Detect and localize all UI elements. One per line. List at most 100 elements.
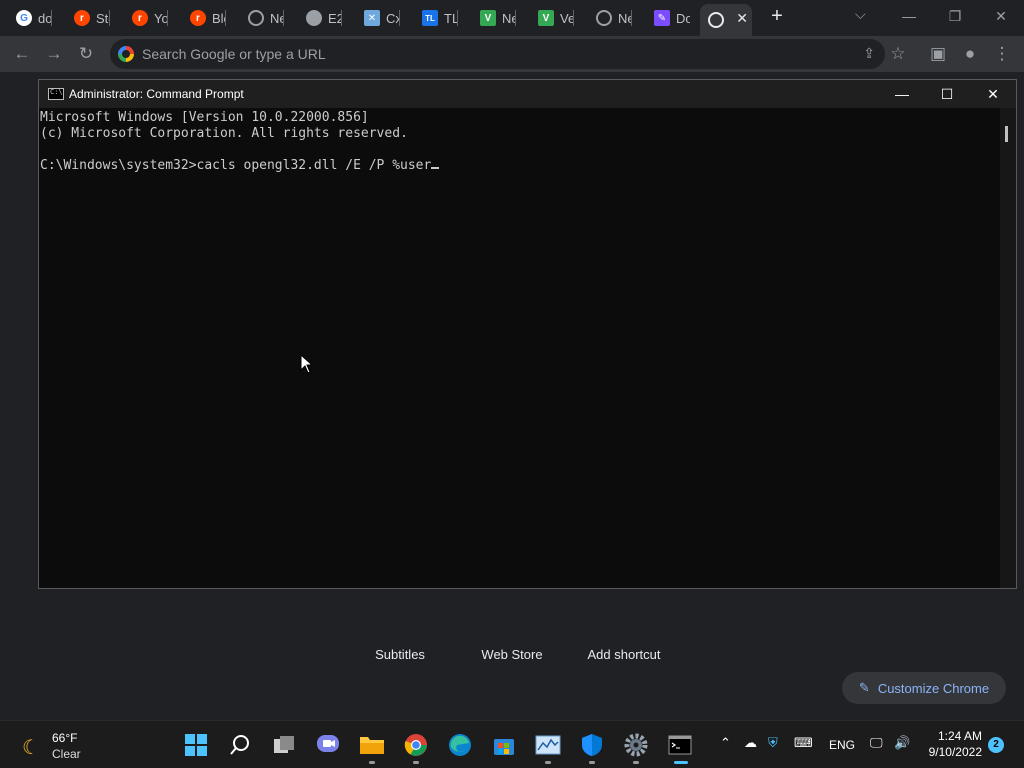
photos-button[interactable] bbox=[532, 729, 564, 764]
clock-time[interactable]: 1:24 AM bbox=[936, 729, 982, 743]
tab-separator bbox=[341, 10, 342, 26]
store-button[interactable] bbox=[488, 729, 520, 761]
network-icon[interactable]: 🖵 bbox=[870, 735, 883, 751]
chevron-up-icon[interactable]: ⌃ bbox=[720, 735, 731, 751]
tab-separator bbox=[167, 10, 168, 26]
running-indicator bbox=[545, 761, 551, 764]
chat-button[interactable] bbox=[312, 729, 344, 761]
side-panel-icon[interactable]: ▣ bbox=[926, 42, 950, 66]
shortcut-label: Subtitles bbox=[375, 647, 425, 662]
task-view-icon bbox=[274, 736, 294, 753]
tab-title: Ne bbox=[618, 10, 632, 26]
tab-title: Do bbox=[676, 10, 690, 26]
running-indicator bbox=[369, 761, 375, 764]
gear-icon bbox=[624, 733, 648, 757]
security-icon[interactable]: ⛨ bbox=[768, 735, 778, 751]
browser-tab[interactable]: r Blo bbox=[182, 4, 226, 32]
google-icon bbox=[118, 46, 134, 62]
scrollbar-thumb[interactable] bbox=[1005, 126, 1008, 142]
browser-tab[interactable]: r Sto bbox=[66, 4, 110, 32]
browser-tab[interactable]: V Ne bbox=[472, 4, 516, 32]
menu-icon[interactable]: ⋮ bbox=[990, 42, 1014, 66]
customize-chrome-button[interactable]: ✎ Customize Chrome bbox=[842, 672, 1006, 704]
new-tab-button[interactable]: + bbox=[766, 6, 788, 28]
tab-title: Vec bbox=[560, 10, 574, 26]
chevron-down-icon[interactable]: ⌵ bbox=[855, 6, 866, 23]
active-indicator bbox=[674, 761, 688, 764]
defender-button[interactable] bbox=[576, 729, 608, 764]
shortcut-subtitles[interactable]: Subtitles bbox=[345, 627, 455, 662]
tab-title: You bbox=[154, 10, 168, 26]
address-bar[interactable]: Search Google or type a URL ⇪ bbox=[110, 39, 885, 69]
reddit-icon: r bbox=[190, 10, 206, 26]
tab-title: TLa bbox=[444, 10, 458, 26]
window-title-bar[interactable]: Administrator: Command Prompt — ☐ ✕ bbox=[39, 80, 1016, 108]
chrome-page-icon bbox=[248, 10, 264, 26]
browser-tab[interactable]: r You bbox=[124, 4, 168, 32]
browser-tab[interactable]: ✕ Cx bbox=[356, 4, 400, 32]
browser-tab[interactable]: Ne bbox=[240, 4, 284, 32]
tab-separator bbox=[515, 10, 516, 26]
shortcut-add[interactable]: Add shortcut bbox=[569, 627, 679, 662]
store-icon bbox=[494, 739, 514, 755]
onedrive-offline-icon[interactable]: ☁ bbox=[744, 735, 757, 751]
minimize-button[interactable]: — bbox=[879, 80, 925, 108]
search-button[interactable] bbox=[224, 729, 256, 761]
browser-tab[interactable]: Ne bbox=[588, 4, 632, 32]
vertical-scrollbar[interactable] bbox=[1000, 108, 1016, 588]
weather-condition: Clear bbox=[52, 747, 81, 761]
start-button[interactable] bbox=[180, 729, 212, 761]
keyboard-icon[interactable]: ⌨ bbox=[794, 735, 813, 751]
chrome-page-icon bbox=[708, 12, 724, 28]
browser-tab[interactable]: G dov bbox=[8, 4, 52, 32]
minimize-button[interactable]: — bbox=[886, 0, 932, 32]
browser-tab-active[interactable]: ✕ bbox=[700, 4, 752, 36]
console-line: Microsoft Windows [Version 10.0.22000.85… bbox=[40, 110, 369, 125]
command-prompt-window[interactable]: Administrator: Command Prompt — ☐ ✕ Micr… bbox=[38, 79, 1017, 589]
chrome-button[interactable] bbox=[400, 729, 432, 764]
close-button[interactable]: ✕ bbox=[970, 80, 1016, 108]
reload-button[interactable]: ↻ bbox=[74, 42, 98, 66]
tab-title: E2C bbox=[328, 10, 342, 26]
console-output[interactable]: Microsoft Windows [Version 10.0.22000.85… bbox=[39, 108, 1001, 588]
language-indicator[interactable]: ENG bbox=[829, 738, 855, 752]
task-view-button[interactable] bbox=[268, 729, 300, 761]
bookmark-star-icon[interactable]: ☆ bbox=[886, 42, 910, 66]
shortcut-tile bbox=[600, 627, 648, 643]
running-indicator bbox=[413, 761, 419, 764]
profile-icon[interactable]: ● bbox=[958, 42, 982, 66]
shortcut-label: Add shortcut bbox=[587, 647, 661, 662]
terminal-button[interactable] bbox=[664, 729, 696, 764]
tab-separator bbox=[399, 10, 400, 26]
notification-badge[interactable]: 2 bbox=[988, 737, 1004, 753]
file-explorer-button[interactable] bbox=[356, 729, 388, 764]
browser-tab[interactable]: ✎ Do bbox=[646, 4, 690, 32]
browser-tab-strip: G dov r Sto r You r Blo Ne E2C ✕ Cx TL T… bbox=[0, 0, 1024, 36]
settings-button[interactable] bbox=[620, 729, 652, 764]
volume-icon[interactable]: 🔊 bbox=[894, 735, 910, 751]
browser-tab[interactable]: E2C bbox=[298, 4, 342, 32]
maximize-button[interactable]: ☐ bbox=[924, 80, 970, 108]
forward-button[interactable]: → bbox=[42, 42, 66, 66]
address-bar-placeholder: Search Google or type a URL bbox=[142, 46, 326, 62]
shortcut-web-store[interactable]: Web Store bbox=[457, 627, 567, 662]
weather-widget[interactable]: ☾ 66°F Clear bbox=[20, 729, 120, 761]
running-indicator bbox=[589, 761, 595, 764]
shortcut-label: Web Store bbox=[481, 647, 543, 662]
back-button[interactable]: ← bbox=[10, 42, 34, 66]
clock-date[interactable]: 9/10/2022 bbox=[924, 745, 982, 759]
browser-tab[interactable]: TL TLa bbox=[414, 4, 458, 32]
share-icon[interactable]: ⇪ bbox=[863, 45, 875, 62]
close-window-button[interactable]: ✕ bbox=[978, 0, 1024, 32]
tab-separator bbox=[51, 10, 52, 26]
tab-title: Ne bbox=[502, 10, 516, 26]
chrome-icon bbox=[404, 734, 427, 756]
restore-button[interactable]: ❐ bbox=[932, 0, 978, 32]
edge-button[interactable] bbox=[444, 729, 476, 761]
close-icon[interactable]: ✕ bbox=[736, 10, 748, 27]
weather-temperature: 66°F bbox=[52, 731, 78, 745]
browser-tab[interactable]: V Vec bbox=[530, 4, 574, 32]
teams-chat-icon bbox=[317, 735, 339, 752]
shortcut-tile bbox=[376, 627, 424, 643]
v-icon: V bbox=[480, 10, 496, 26]
